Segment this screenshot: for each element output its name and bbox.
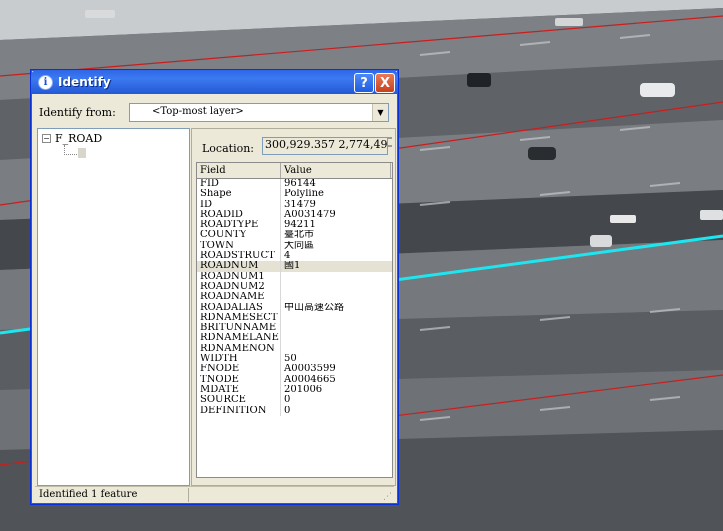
dialog-title: Identify [58,75,111,89]
value-cell[interactable]: 201006 [281,385,391,395]
value-cell[interactable]: 31479 [281,200,391,210]
value-cell[interactable]: A0031479 [281,210,391,220]
value-cell[interactable] [281,292,391,302]
table-header: Field Value [197,163,392,179]
table-row[interactable]: TNODE A0004665 [197,374,392,385]
table-row[interactable]: ROADNUM2 [197,281,392,293]
value-cell[interactable] [281,323,391,333]
table-row[interactable]: MDATE 201006 [197,384,392,396]
value-cell[interactable] [281,313,391,323]
field-cell[interactable]: RDNAMELANE [197,333,281,344]
field-cell[interactable]: ROADNUM [197,261,281,272]
table-row[interactable]: ROADTYPE 94211 [197,220,392,231]
value-cell[interactable]: 大同區 [281,241,391,251]
value-cell[interactable]: 0 [281,395,391,405]
table-row[interactable]: COUNTY 臺北市 [197,230,392,241]
table-row[interactable]: RDNAMENON [197,343,392,355]
column-header-value[interactable]: Value [281,163,391,178]
identify-from-row: Identify from: <Top-most layer> ▼ [39,103,394,125]
table-row[interactable]: DEFINITION 0 [197,405,392,416]
value-cell[interactable] [281,333,391,343]
identify-from-value: <Top-most layer> [152,106,244,117]
field-cell[interactable]: FID [197,179,281,190]
value-cell[interactable]: A0004665 [281,375,391,385]
value-cell[interactable]: 94211 [281,220,391,230]
value-cell[interactable]: 4 [281,251,391,261]
field-cell[interactable]: SOURCE [197,395,281,406]
status-bar: Identified 1 feature ⋰ [35,486,394,503]
field-cell[interactable]: TOWN [197,240,281,252]
identify-from-dropdown[interactable]: <Top-most layer> ▼ [129,103,389,122]
collapse-icon[interactable]: − [42,134,51,143]
tree-layer-node[interactable]: − F_ROAD [42,132,102,145]
value-cell[interactable]: 96144 [281,179,391,189]
table-row[interactable]: Shape Polyline [197,189,392,200]
value-cell[interactable]: 0 [281,406,391,416]
status-text: Identified 1 feature [39,489,138,500]
value-cell[interactable] [281,282,391,292]
field-cell[interactable]: ROADNUM1 [197,271,281,282]
identify-from-label: Identify from: [39,106,116,119]
status-divider [188,488,189,502]
field-cell[interactable]: RDNAMENON [197,343,281,355]
value-cell[interactable]: 50 [281,354,391,364]
table-row[interactable]: ROADNUM 國1 [197,261,392,272]
table-row[interactable]: ID 31479 [197,199,392,210]
table-row[interactable]: ROADALIAS 中山高速公路 [197,302,392,313]
value-cell[interactable] [281,272,391,282]
table-row[interactable]: ROADNAME [197,292,392,303]
car [640,83,675,97]
table-row[interactable]: FNODE A0003599 [197,364,392,375]
table-row[interactable]: ROADSTRUCT 4 [197,251,392,262]
field-cell[interactable]: ROADSTRUCT [197,251,281,262]
location-label: Location: [202,142,254,155]
identify-dialog: i Identify ? X Identify from: <Top-most … [30,69,399,505]
grip-icon[interactable] [387,137,392,147]
field-cell[interactable]: BRITUNNAME [197,323,281,334]
details-pane: Location: 300,929.357 2,774,493 Field Va… [191,128,396,486]
title-bar[interactable]: i Identify ? X [31,70,398,94]
value-cell[interactable]: 國1 [281,261,391,271]
field-cell[interactable]: ROADTYPE [197,220,281,231]
field-cell[interactable]: ROADNAME [197,292,281,303]
field-cell[interactable]: WIDTH [197,354,281,365]
column-header-field[interactable]: Field [197,163,281,178]
field-cell[interactable]: ROADALIAS [197,302,281,313]
table-row[interactable]: ROADNUM1 [197,271,392,282]
value-cell[interactable] [281,344,391,354]
table-row[interactable]: SOURCE 0 [197,395,392,406]
field-cell[interactable]: COUNTY [197,230,281,241]
table-row[interactable]: RDNAMESECT [197,312,392,324]
field-cell[interactable]: MDATE [197,384,281,396]
value-cell[interactable]: Polyline [281,189,391,199]
field-cell[interactable]: RDNAMESECT [197,312,281,324]
field-cell[interactable]: ROADNUM2 [197,281,281,293]
value-cell[interactable]: 臺北市 [281,230,391,240]
table-row[interactable]: WIDTH 50 [197,354,392,365]
close-button[interactable]: X [375,73,395,93]
table-row[interactable]: BRITUNNAME [197,323,392,334]
field-cell[interactable]: ROADID [197,209,281,221]
table-row[interactable]: TOWN 大同區 [197,240,392,252]
table-row[interactable]: FID 96144 [197,179,392,190]
attribute-table[interactable]: Field Value FID 96144 Shape Polyline ID 31479… [196,162,393,478]
field-cell[interactable]: Shape [197,189,281,200]
field-cell[interactable]: ID [197,199,281,210]
chevron-down-icon[interactable]: ▼ [372,104,388,121]
value-cell[interactable]: 中山高速公路 [281,303,391,313]
resize-grip-icon[interactable]: ⋰ [383,492,392,502]
table-row[interactable]: RDNAMELANE [197,333,392,344]
tree-layer-label[interactable]: F_ROAD [55,132,102,145]
table-body: FID 96144 Shape Polyline ID 31479 ROADID A00314… [197,179,392,416]
field-cell[interactable]: DEFINITION [197,405,281,416]
location-field[interactable]: 300,929.357 2,774,493 [262,137,388,155]
results-tree[interactable]: − F_ROAD [37,128,190,486]
info-icon: i [38,74,53,90]
value-cell[interactable]: A0003599 [281,364,391,374]
tree-feature-node[interactable] [78,148,86,158]
help-button[interactable]: ? [354,73,374,93]
field-cell[interactable]: FNODE [197,364,281,375]
field-cell[interactable]: TNODE [197,374,281,385]
table-row[interactable]: ROADID A0031479 [197,209,392,221]
